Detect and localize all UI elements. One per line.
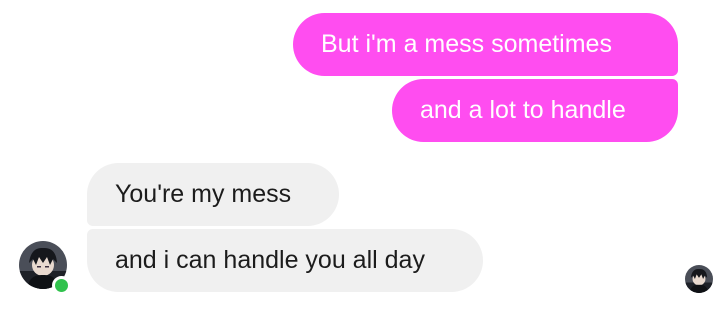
read-receipt-avatar-icon: [685, 265, 713, 293]
message-text: and a lot to handle: [420, 96, 626, 124]
online-status-dot: [52, 276, 71, 295]
message-text: You're my mess: [115, 180, 292, 208]
outgoing-message-bubble[interactable]: and a lot to handle: [392, 79, 678, 142]
message-text: But i'm a mess sometimes: [321, 30, 612, 58]
outgoing-message-bubble[interactable]: But i'm a mess sometimes: [293, 13, 678, 76]
incoming-message-bubble[interactable]: You're my mess: [87, 163, 339, 226]
chat-thread: But i'm a mess sometimes and a lot to ha…: [0, 0, 720, 318]
message-text: and i can handle you all day: [115, 246, 425, 274]
incoming-message-bubble[interactable]: and i can handle you all day: [87, 229, 483, 292]
